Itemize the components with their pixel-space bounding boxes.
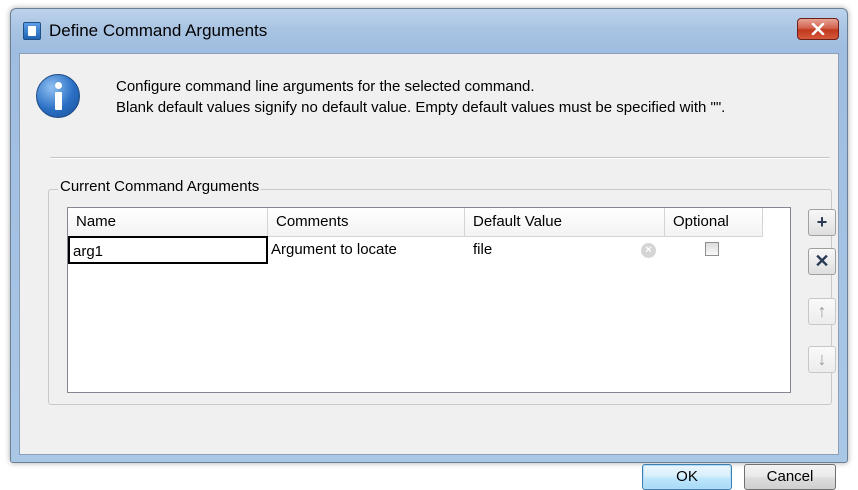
move-down-button[interactable]: ↓: [808, 346, 836, 373]
delete-argument-button[interactable]: ✕: [808, 248, 836, 275]
optional-checkbox[interactable]: [705, 242, 719, 256]
info-message-line1: Configure command line arguments for the…: [116, 78, 535, 95]
separator: [50, 157, 830, 159]
move-up-button[interactable]: ↑: [808, 298, 836, 325]
close-button[interactable]: [797, 18, 839, 40]
delete-icon: ✕: [814, 251, 830, 271]
group-label: Current Command Arguments: [58, 178, 262, 195]
add-argument-button[interactable]: +: [808, 209, 836, 236]
move-down-icon: ↓: [817, 349, 827, 369]
ok-button[interactable]: OK: [642, 464, 732, 490]
column-header-optional[interactable]: Optional: [665, 208, 763, 236]
name-cell-editor[interactable]: arg1: [68, 236, 268, 264]
app-icon: [23, 22, 41, 40]
info-icon: [36, 74, 80, 118]
plus-icon: +: [816, 212, 828, 232]
dialog-window: Define Command Arguments Configure comma…: [10, 8, 848, 490]
clear-value-icon[interactable]: ×: [641, 243, 656, 258]
column-header-comments[interactable]: Comments: [268, 208, 465, 236]
arguments-table[interactable]: Name Comments Default Value Optional arg…: [67, 207, 791, 393]
table-header: Name Comments Default Value Optional: [68, 208, 763, 237]
close-icon: [811, 23, 825, 35]
window-title: Define Command Arguments: [49, 21, 268, 40]
default-value-cell[interactable]: file: [465, 236, 665, 264]
info-message-line2: Blank default values signify no default …: [116, 99, 726, 116]
title-bar[interactable]: Define Command Arguments: [11, 9, 847, 53]
move-up-icon: ↑: [817, 301, 827, 321]
comments-cell[interactable]: Argument to locate: [268, 236, 465, 264]
column-header-default-value[interactable]: Default Value: [465, 208, 665, 236]
cancel-button[interactable]: Cancel: [744, 464, 836, 490]
table-row[interactable]: arg1 Argument to locate file ×: [68, 236, 763, 264]
column-header-name[interactable]: Name: [68, 208, 268, 236]
optional-cell: [665, 236, 763, 264]
dialog-content: Configure command line arguments for the…: [19, 53, 839, 490]
